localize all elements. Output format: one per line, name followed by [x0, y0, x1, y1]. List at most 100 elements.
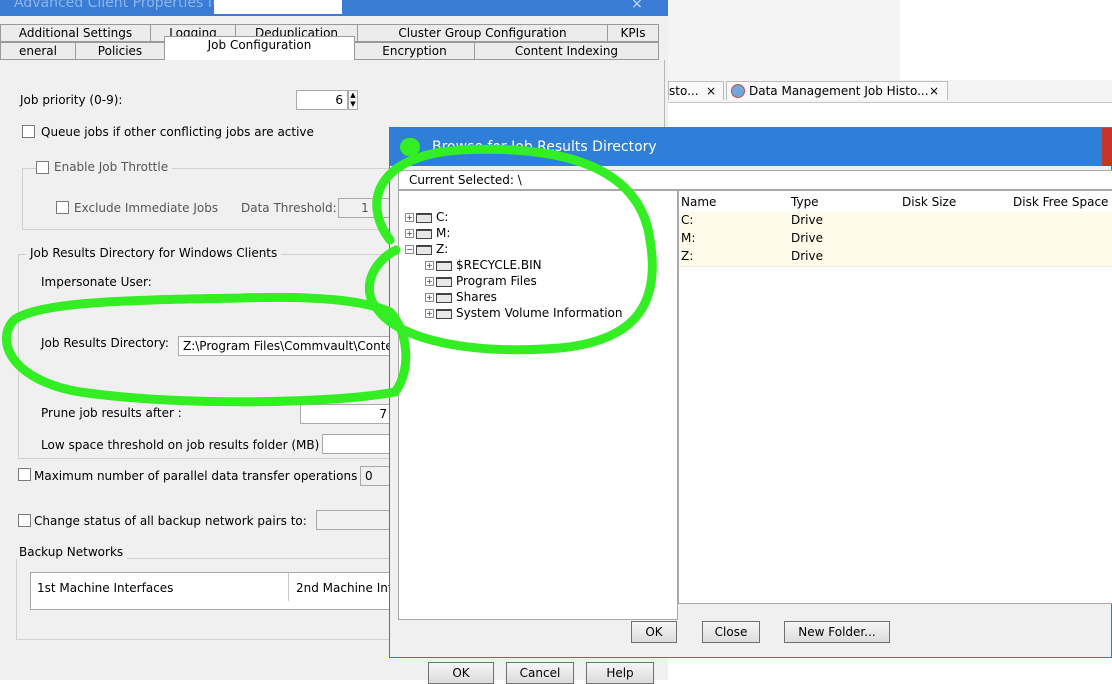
- folder-icon: [436, 276, 452, 287]
- change-status-label: Change status of all backup network pair…: [34, 514, 307, 528]
- change-status-select[interactable]: [316, 510, 392, 530]
- job-history-icon: [731, 84, 745, 98]
- change-status-checkbox[interactable]: [18, 514, 31, 527]
- expand-icon[interactable]: +: [425, 277, 434, 286]
- max-parallel-input[interactable]: 0: [360, 466, 392, 486]
- backup-networks-table[interactable]: 1st Machine Interfaces 2nd Machine Int: [30, 572, 393, 610]
- tab-job-history-1[interactable]: sto... ×: [668, 81, 724, 100]
- job-history-tab-strip: sto... × Data Management Job Histo... ×: [668, 80, 1112, 103]
- collapse-icon[interactable]: −: [405, 245, 414, 254]
- dialog-ok-button[interactable]: OK: [631, 621, 677, 643]
- tree-item-program-files[interactable]: + Program Files: [425, 273, 537, 289]
- window-title: Advanced Client Properties for: [14, 0, 228, 11]
- new-folder-button[interactable]: New Folder...: [784, 621, 890, 643]
- col-header-disk-free-space[interactable]: Disk Free Space: [1013, 195, 1108, 209]
- col-1st-label: 1st Machine Interfaces: [37, 581, 174, 595]
- folder-icon: [416, 244, 432, 255]
- prune-results-label: Prune job results after :: [41, 406, 182, 420]
- tree-item-label: Program Files: [456, 274, 537, 288]
- queue-jobs-label: Queue jobs if other conflicting jobs are…: [41, 125, 314, 139]
- row-type: Drive: [791, 213, 823, 227]
- row-type: Drive: [791, 231, 823, 245]
- dialog-close-button[interactable]: [1102, 128, 1112, 166]
- dialog-close-text-button[interactable]: Close: [702, 621, 760, 643]
- tab-data-management-job-history[interactable]: Data Management Job Histo... ×: [726, 81, 948, 100]
- expand-icon[interactable]: +: [405, 213, 414, 222]
- window-titlebar: Advanced Client Properties for ×: [0, 0, 668, 16]
- impersonate-user-label: Impersonate User:: [41, 275, 152, 289]
- tab-content-indexing[interactable]: Content Indexing: [474, 42, 659, 60]
- col-header-type[interactable]: Type: [791, 195, 819, 209]
- table-row[interactable]: M: Drive: [679, 230, 1112, 249]
- tree-item-recycle-bin[interactable]: + $RECYCLE.BIN: [425, 257, 542, 273]
- tab-additional-settings[interactable]: Additional Settings: [0, 24, 151, 42]
- commvault-logo-icon: [400, 138, 420, 156]
- col-header-1st[interactable]: 1st Machine Interfaces: [31, 573, 289, 601]
- tree-item-shares[interactable]: + Shares: [425, 289, 497, 305]
- tree-item-label: C:: [436, 210, 449, 224]
- data-threshold-input[interactable]: 1: [338, 198, 392, 218]
- row-type: Drive: [791, 249, 823, 263]
- folder-icon: [436, 292, 452, 303]
- results-directory-input[interactable]: Z:\Program Files\Commvault\Conter: [178, 336, 392, 356]
- spinner-arrows-icon[interactable]: ▲ ▼: [348, 90, 358, 110]
- job-priority-label: Job priority (0-9):: [20, 93, 123, 107]
- tree-item-z[interactable]: − Z:: [405, 241, 448, 257]
- dialog-title: Browse for Job Results Directory: [432, 139, 657, 155]
- results-group-title: Job Results Directory for Windows Client…: [26, 246, 282, 260]
- exclude-immediate-checkbox[interactable]: [56, 201, 69, 214]
- tree-item-label: Z:: [436, 242, 449, 256]
- prune-results-input[interactable]: 7: [300, 404, 392, 424]
- col-header-disk-size[interactable]: Disk Size: [902, 195, 956, 209]
- expand-icon[interactable]: +: [425, 261, 434, 270]
- folder-icon: [416, 228, 432, 239]
- folder-icon: [436, 260, 452, 271]
- current-selected-field: Current Selected: \: [398, 170, 1112, 190]
- tab-job-configuration[interactable]: Job Configuration: [164, 36, 355, 60]
- low-space-input[interactable]: [322, 434, 392, 454]
- data-threshold-label: Data Threshold:: [241, 201, 337, 215]
- tree-item-m[interactable]: + M:: [405, 225, 450, 241]
- expand-icon[interactable]: +: [405, 229, 414, 238]
- expand-icon[interactable]: +: [425, 293, 434, 302]
- expand-icon[interactable]: +: [425, 309, 434, 318]
- cancel-button[interactable]: Cancel: [506, 662, 574, 684]
- tree-item-system-volume-information[interactable]: + System Volume Information: [425, 305, 622, 321]
- ok-button[interactable]: OK: [428, 662, 494, 684]
- max-parallel-checkbox[interactable]: [18, 468, 31, 481]
- queue-jobs-checkbox[interactable]: [22, 125, 35, 138]
- folder-icon: [416, 212, 432, 223]
- close-icon[interactable]: ×: [929, 84, 939, 98]
- job-priority-input[interactable]: 6: [296, 90, 348, 110]
- tree-item-c[interactable]: + C:: [405, 209, 448, 225]
- folder-tree[interactable]: + C: + M: − Z: + $RECYCLE.BIN + Program Files…: [398, 190, 678, 620]
- backup-networks-title: Backup Networks: [15, 545, 128, 559]
- row-name: C:: [681, 213, 694, 227]
- col-header-name[interactable]: Name: [681, 195, 716, 209]
- tab-encryption[interactable]: Encryption: [354, 42, 475, 60]
- help-button[interactable]: Help: [586, 662, 654, 684]
- job-throttle-group: [22, 168, 392, 230]
- table-row[interactable]: Z: Drive: [679, 248, 1112, 267]
- tree-item-label: M:: [436, 226, 451, 240]
- tree-item-label: Shares: [456, 290, 497, 304]
- tree-item-label: $RECYCLE.BIN: [456, 258, 542, 272]
- tree-item-label: System Volume Information: [456, 306, 623, 320]
- table-row[interactable]: C: Drive: [679, 212, 1112, 231]
- close-icon[interactable]: ×: [622, 0, 652, 12]
- row-name: Z:: [681, 249, 694, 263]
- dialog-titlebar: Browse for Job Results Directory: [390, 128, 1112, 166]
- tab-general[interactable]: eneral: [0, 42, 76, 60]
- low-space-label: Low space threshold on job results folde…: [41, 438, 320, 452]
- tab-kpis[interactable]: KPIs: [607, 24, 659, 42]
- max-parallel-label: Maximum number of parallel data transfer…: [34, 469, 358, 483]
- drive-list[interactable]: Name Type Disk Size Disk Free Space C: D…: [678, 190, 1112, 604]
- tab-policies[interactable]: Policies: [75, 42, 165, 60]
- exclude-immediate-label: Exclude Immediate Jobs: [74, 201, 219, 215]
- tab-cluster-group-configuration[interactable]: Cluster Group Configuration: [357, 24, 608, 42]
- col-2nd-label[interactable]: 2nd Machine Int: [296, 581, 393, 595]
- enable-throttle-checkbox[interactable]: [36, 161, 49, 174]
- close-icon[interactable]: ×: [706, 84, 716, 98]
- row-name: M:: [681, 231, 696, 245]
- enable-throttle-label: Enable Job Throttle: [50, 160, 173, 174]
